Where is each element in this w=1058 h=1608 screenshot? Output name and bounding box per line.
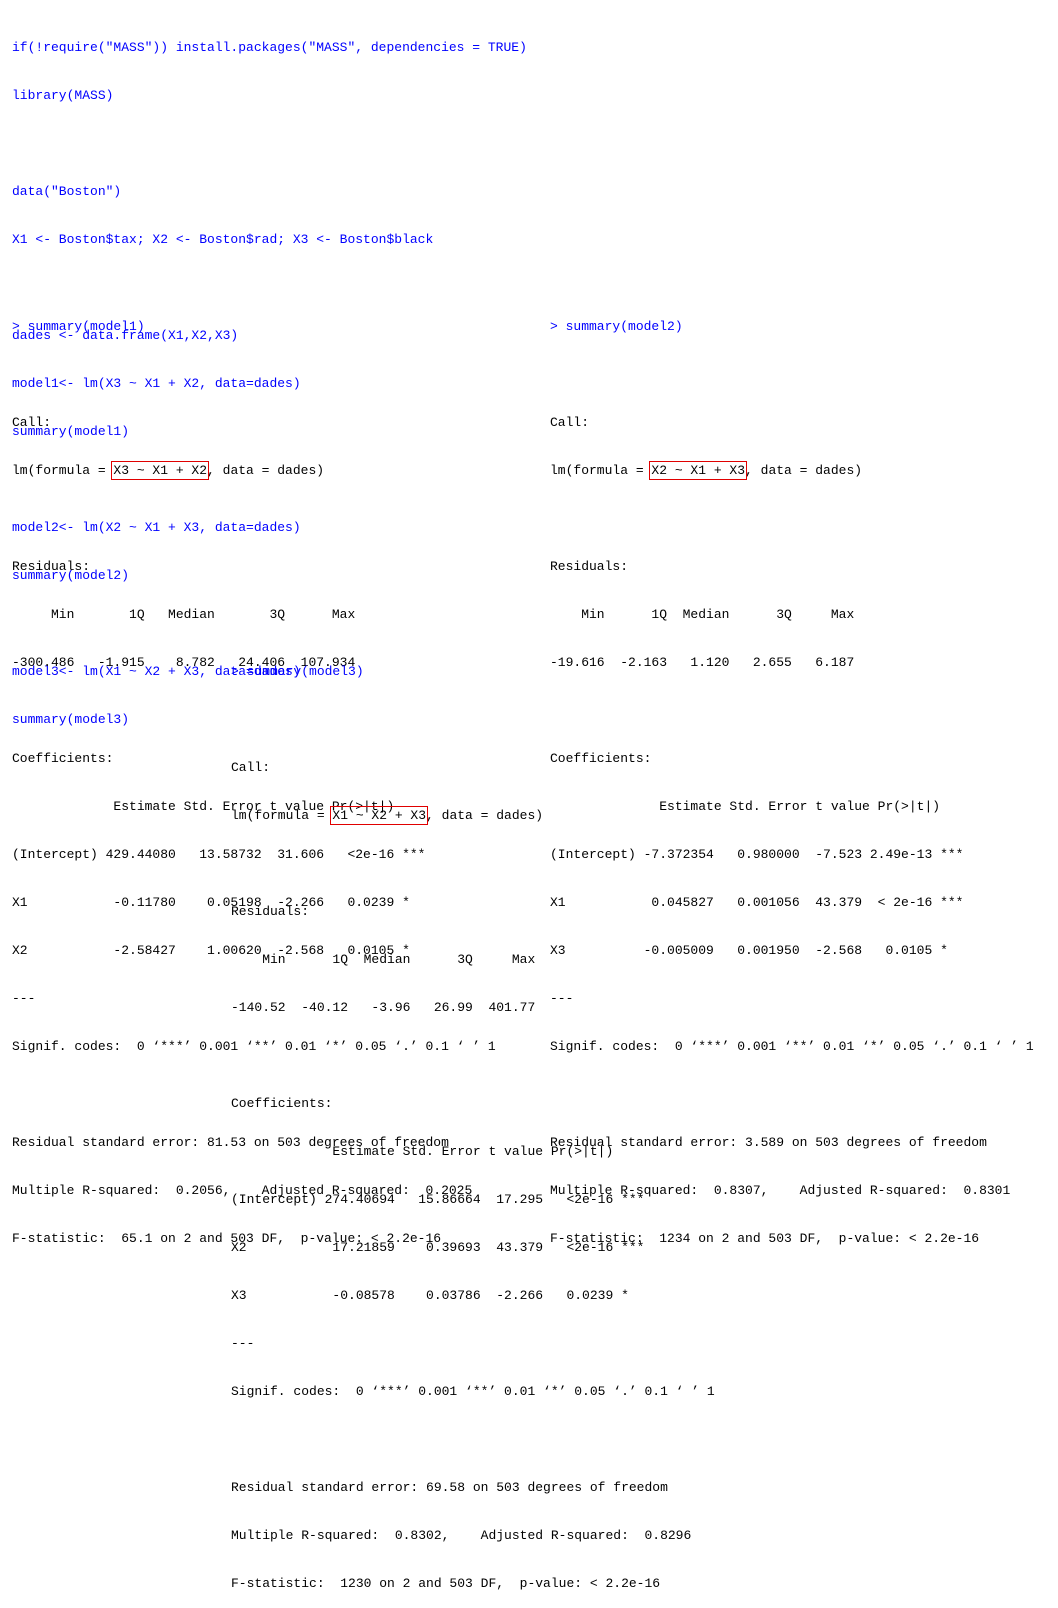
residuals-header: Min 1Q Median 3Q Max [12,607,356,622]
code-line: X1 <- Boston$tax; X2 <- Boston$rad; X3 <… [12,232,434,247]
code-line: library(MASS) [12,88,114,103]
residuals-label: Residuals: [231,904,310,919]
f-statistic: F-statistic: 1230 on 2 and 503 DF, p-val… [231,1576,661,1591]
formula-highlight: X1 ~ X2 + X3 [330,806,429,825]
residuals-label: Residuals: [12,559,91,574]
code-line: if(!require("MASS")) install.packages("M… [12,40,527,55]
residuals-header: Min 1Q Median 3Q Max [550,607,855,622]
console-prompt: > summary(model3) [231,664,364,679]
coefficients-label: Coefficients: [231,1096,333,1111]
formula-highlight: X3 ~ X1 + X2 [111,461,210,480]
call-line: lm(formula = X2 ~ X1 + X3, data = dades) [550,461,863,480]
formula-highlight: X2 ~ X1 + X3 [649,461,748,480]
coefficients-header: Estimate Std. Error t value Pr(>|t|) [231,1144,614,1159]
coefficients-row: X2 17.21859 0.39693 43.379 <2e-16 *** [231,1240,645,1255]
console-prompt: > summary(model1) [12,319,145,334]
residuals-values: -140.52 -40.12 -3.96 26.99 401.77 [231,1000,536,1015]
call-label: Call: [12,415,52,430]
call-line: lm(formula = X1 ~ X2 + X3, data = dades) [231,806,544,825]
residual-standard-error: Residual standard error: 69.58 on 503 de… [231,1480,668,1495]
call-line: lm(formula = X3 ~ X1 + X2, data = dades) [12,461,325,480]
r-squared: Multiple R-squared: 0.8302, Adjusted R-s… [231,1528,692,1543]
console-prompt: > summary(model2) [550,319,683,334]
residuals-label: Residuals: [550,559,629,574]
coefficients-row: (Intercept) 274.40694 15.86664 17.295 <2… [231,1192,645,1207]
model3-summary-output: > summary(model3) Call: lm(formula = X1 … [231,632,715,1608]
coefficients-row: X3 -0.08578 0.03786 -2.266 0.0239 * [231,1288,629,1303]
code-line: data("Boston") [12,184,122,199]
separator: --- [231,1336,255,1351]
signif-codes: Signif. codes: 0 ‘***’ 0.001 ‘**’ 0.01 ‘… [231,1384,715,1399]
call-label: Call: [550,415,590,430]
call-label: Call: [231,760,271,775]
residuals-header: Min 1Q Median 3Q Max [231,952,536,967]
